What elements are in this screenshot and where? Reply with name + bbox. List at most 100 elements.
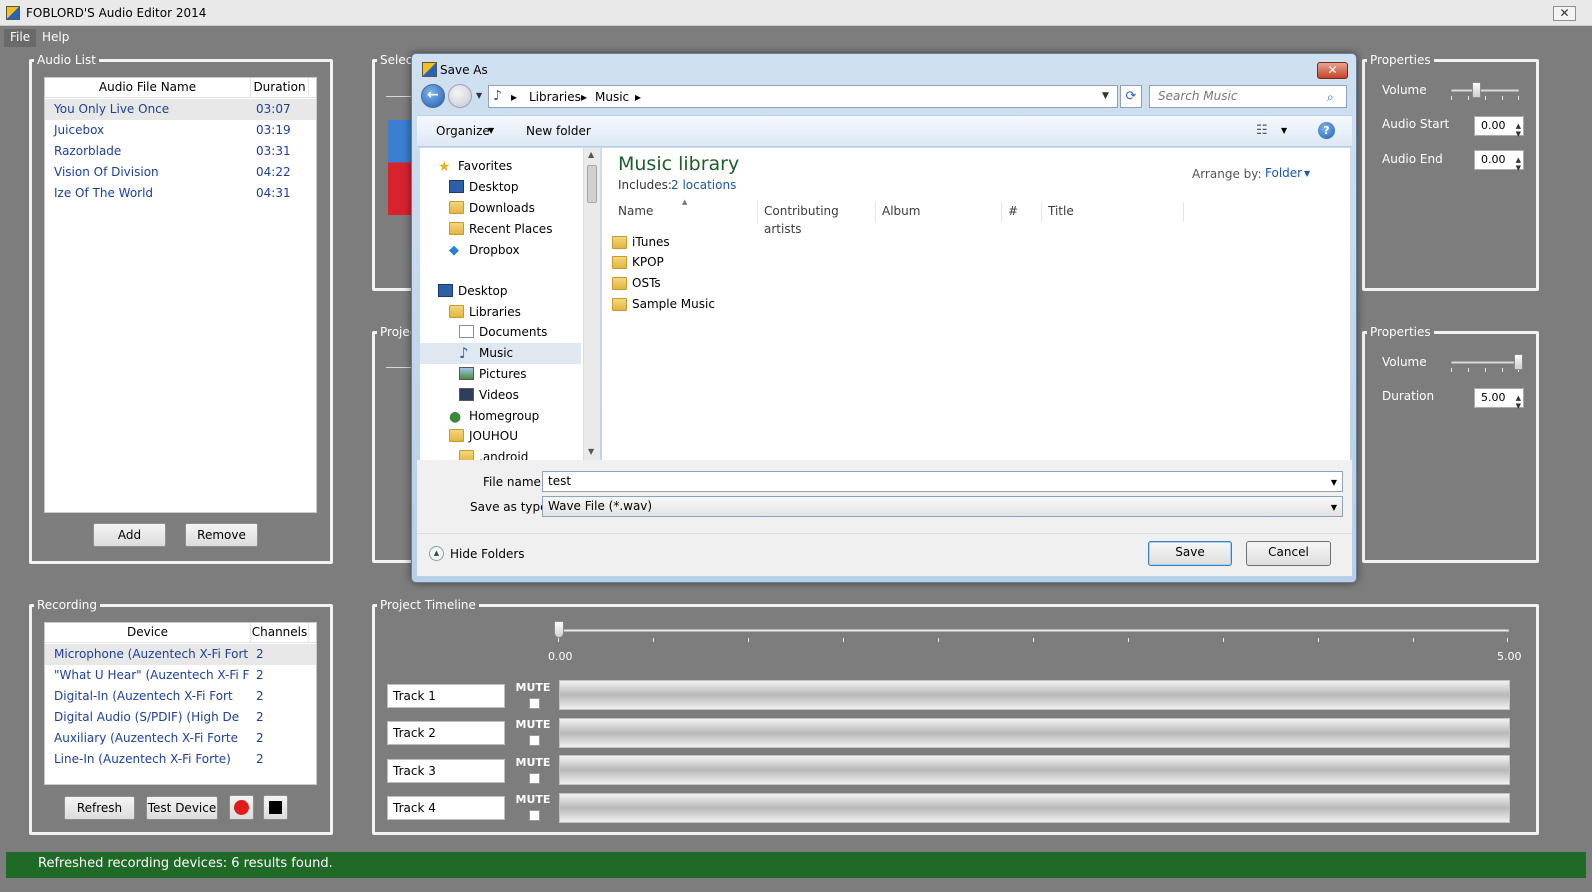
search-input[interactable]: Search Music xyxy=(1149,85,1347,108)
nav-downloads[interactable]: Downloads xyxy=(420,198,581,219)
audio-start-spinner[interactable]: 0.00 ▲ ▼ xyxy=(1474,116,1524,138)
navigation-scrollbar[interactable]: ▲ ▼ xyxy=(583,148,600,460)
nav-libraries[interactable]: Libraries xyxy=(420,302,581,323)
column-header-device[interactable]: Device xyxy=(45,623,251,643)
volume-slider-thumb[interactable] xyxy=(1472,82,1481,98)
view-dropdown-icon[interactable]: ▼ xyxy=(1281,126,1287,135)
nav-documents[interactable]: Documents xyxy=(420,322,581,343)
audio-file-list[interactable]: Audio File Name Duration You Only Live O… xyxy=(44,77,317,513)
folder-item-itunes[interactable]: iTunes xyxy=(612,232,762,253)
column-contributing-artists[interactable]: Contributing artists xyxy=(758,202,876,236)
nav-homegroup[interactable]: ● Homegroup xyxy=(420,406,581,427)
audio-end-spinner[interactable]: 0.00 ▲ ▼ xyxy=(1474,150,1524,172)
nav-android[interactable]: .android xyxy=(420,447,581,460)
organize-dropdown-icon[interactable]: ▼ xyxy=(488,126,494,135)
spinner-down-icon[interactable]: ▼ xyxy=(1516,125,1521,143)
mute-checkbox[interactable] xyxy=(529,810,540,821)
nav-pictures[interactable]: Pictures xyxy=(420,364,581,385)
track-lane[interactable] xyxy=(559,793,1510,823)
track-lane[interactable] xyxy=(559,680,1510,710)
help-icon[interactable]: ? xyxy=(1318,122,1335,139)
nav-favorites[interactable]: ★ Favorites xyxy=(420,156,581,177)
device-row[interactable]: Microphone (Auzentech X-Fi Fort 2 xyxy=(45,644,316,665)
history-dropdown-icon[interactable]: ▼ xyxy=(476,91,482,100)
track-name-field[interactable]: Track 4 xyxy=(387,796,505,820)
organize-menu[interactable]: Organize xyxy=(436,124,490,138)
menu-help[interactable]: Help xyxy=(36,29,75,47)
column-header-channels[interactable]: Channels xyxy=(251,623,309,643)
folder-item-sample-music[interactable]: Sample Music xyxy=(612,294,762,315)
spinner-down-icon[interactable]: ▼ xyxy=(1516,159,1521,177)
hide-folders-icon[interactable]: ▲ xyxy=(429,546,444,561)
nav-music[interactable]: ♪ Music xyxy=(420,343,581,364)
breadcrumb-music[interactable]: Music xyxy=(595,90,629,104)
device-row[interactable]: Digital-In (Auzentech X-Fi Fort 2 xyxy=(45,686,316,707)
mute-checkbox[interactable] xyxy=(529,773,540,784)
audio-list-row[interactable]: You Only Live Once 03:07 xyxy=(45,99,316,120)
address-bar[interactable]: ♪ ▸ Libraries ▸ Music ▸ ▼ xyxy=(488,85,1118,108)
window-close-button[interactable]: ✕ xyxy=(1553,6,1576,21)
nav-desktop-root[interactable]: Desktop xyxy=(420,281,581,302)
scroll-down-icon[interactable]: ▼ xyxy=(588,447,594,456)
nav-desktop[interactable]: Desktop xyxy=(420,177,581,198)
track-name-field[interactable]: Track 3 xyxy=(387,759,505,783)
file-name-input[interactable]: test ▼ xyxy=(542,471,1343,492)
folder-item-kpop[interactable]: KPOP xyxy=(612,252,762,273)
column-title[interactable]: Title xyxy=(1042,202,1184,222)
back-button[interactable]: ← xyxy=(421,84,445,108)
device-row[interactable]: Digital Audio (S/PDIF) (High De 2 xyxy=(45,707,316,728)
column-header-file-name[interactable]: Audio File Name xyxy=(45,78,251,98)
column-header-duration[interactable]: Duration xyxy=(251,78,309,98)
device-row[interactable]: "What U Hear" (Auzentech X-Fi F 2 xyxy=(45,665,316,686)
includes-locations-link[interactable]: 2 locations xyxy=(671,178,736,192)
arrange-dropdown-icon[interactable]: ▼ xyxy=(1304,169,1310,178)
dialog-close-button[interactable]: ✕ xyxy=(1317,62,1348,79)
spinner-down-icon[interactable]: ▼ xyxy=(1516,397,1521,415)
file-name-dropdown-icon[interactable]: ▼ xyxy=(1331,473,1337,492)
audio-list-row[interactable]: Vision Of Division 04:22 xyxy=(45,162,316,183)
nav-jouhou[interactable]: JOUHOU xyxy=(420,426,581,447)
address-dropdown-icon[interactable]: ▼ xyxy=(1102,91,1109,101)
track-name-field[interactable]: Track 2 xyxy=(387,721,505,745)
clip-volume-slider-thumb[interactable] xyxy=(1514,354,1523,370)
save-button[interactable]: Save xyxy=(1148,541,1232,566)
audio-list-row[interactable]: Juicebox 03:19 xyxy=(45,120,316,141)
arrange-by-dropdown[interactable]: Folder xyxy=(1265,166,1302,180)
search-icon[interactable]: ⌕ xyxy=(1327,90,1334,105)
scrollbar-thumb[interactable] xyxy=(587,165,597,203)
timeline-scrubber[interactable] xyxy=(554,621,1510,643)
clip-volume-slider[interactable] xyxy=(1451,354,1523,374)
track-lane[interactable] xyxy=(559,755,1510,785)
device-row[interactable]: Auxiliary (Auzentech X-Fi Forte 2 xyxy=(45,728,316,749)
breadcrumb-separator-icon[interactable]: ▸ xyxy=(635,90,641,104)
track-lane[interactable] xyxy=(559,718,1510,748)
refresh-button[interactable]: Refresh xyxy=(64,796,135,820)
device-row[interactable]: Line-In (Auzentech X-Fi Forte) 2 xyxy=(45,749,316,770)
device-list[interactable]: Device Channels Microphone (Auzentech X-… xyxy=(44,622,317,785)
column-track-number[interactable]: # xyxy=(1002,202,1042,222)
mute-checkbox[interactable] xyxy=(529,735,540,746)
new-folder-button[interactable]: New folder xyxy=(526,124,591,138)
audio-list-row[interactable]: Razorblade 03:31 xyxy=(45,141,316,162)
mute-checkbox[interactable] xyxy=(529,698,540,709)
refresh-icon[interactable]: ⟳ xyxy=(1120,85,1142,108)
menu-file[interactable]: File xyxy=(4,29,37,47)
nav-recent-places[interactable]: Recent Places xyxy=(420,219,581,240)
volume-slider[interactable] xyxy=(1451,82,1519,102)
remove-button[interactable]: Remove xyxy=(185,523,258,547)
hide-folders-button[interactable]: Hide Folders xyxy=(450,547,525,561)
save-type-dropdown-icon[interactable]: ▼ xyxy=(1331,498,1337,517)
add-button[interactable]: Add xyxy=(93,523,166,547)
folder-item-osts[interactable]: OSTs xyxy=(612,273,762,294)
test-device-button[interactable]: Test Device xyxy=(146,796,218,820)
view-options-icon[interactable]: ☷ xyxy=(1256,123,1268,138)
breadcrumb-libraries[interactable]: Libraries xyxy=(529,90,581,104)
column-album[interactable]: Album xyxy=(876,202,1002,222)
breadcrumb-separator-icon[interactable]: ▸ xyxy=(581,90,587,104)
timeline-playhead[interactable] xyxy=(554,621,564,638)
stop-button[interactable] xyxy=(263,795,288,820)
breadcrumb-separator-icon[interactable]: ▸ xyxy=(511,90,517,104)
save-as-type-select[interactable]: Wave File (*.wav) ▼ xyxy=(542,496,1343,517)
record-button[interactable] xyxy=(229,795,254,820)
track-name-field[interactable]: Track 1 xyxy=(387,684,505,708)
